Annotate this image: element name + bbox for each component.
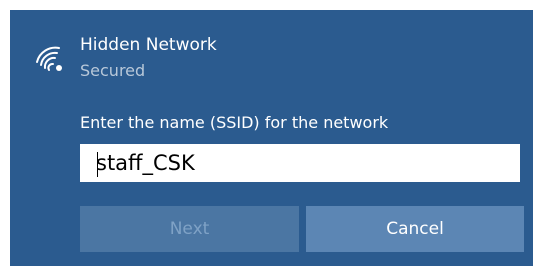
network-name: Hidden Network — [80, 35, 217, 55]
ssid-field-label: Enter the name (SSID) for the network — [80, 113, 389, 132]
network-connect-panel: Hidden Network Secured Enter the name (S… — [10, 10, 533, 266]
cancel-button[interactable]: Cancel — [306, 206, 524, 252]
next-button[interactable]: Next — [80, 206, 299, 252]
network-security-status: Secured — [80, 61, 146, 80]
wifi-icon — [36, 46, 62, 71]
text-caret — [97, 152, 98, 177]
ssid-input[interactable]: staff_CSK — [80, 144, 520, 182]
ssid-input-value: staff_CSK — [96, 151, 195, 175]
